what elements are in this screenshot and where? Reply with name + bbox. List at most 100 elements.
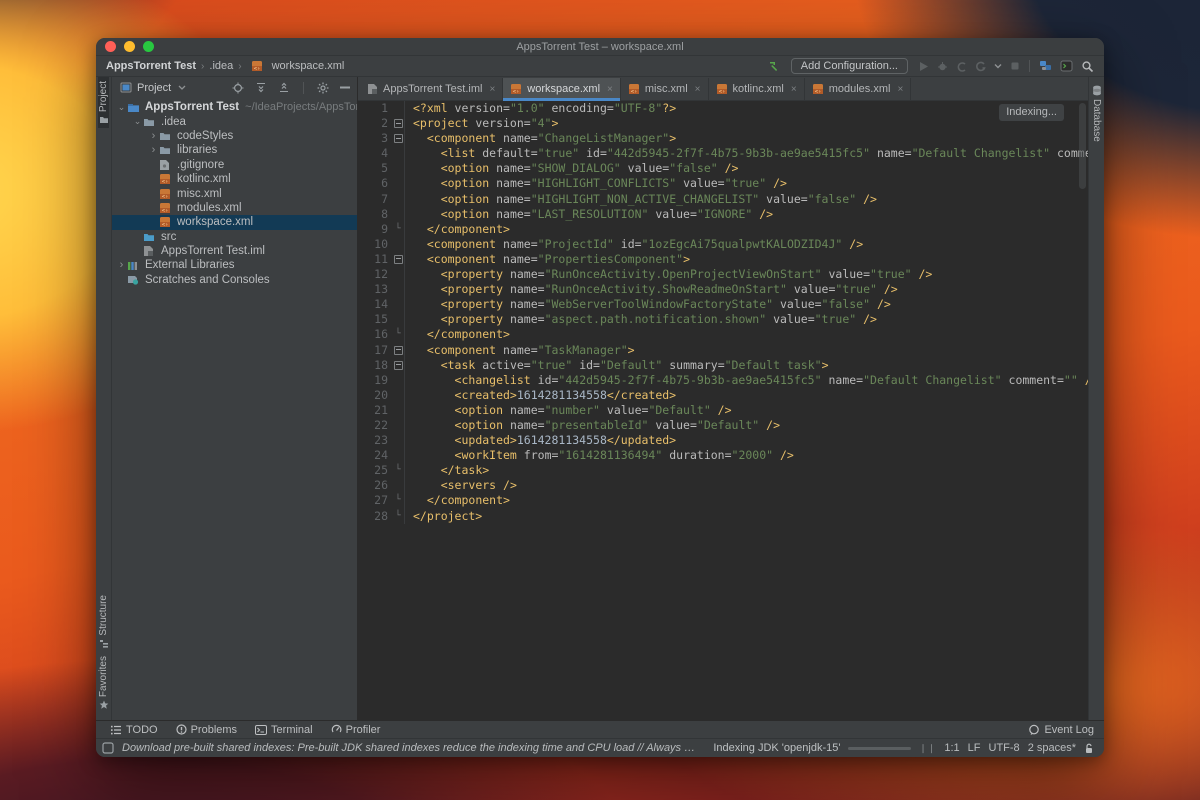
- code-line-8[interactable]: 8 <option name="LAST_RESOLUTION" value="…: [358, 207, 1088, 222]
- tree-item--idea[interactable]: ⌄.idea: [112, 114, 357, 128]
- code-line-6[interactable]: 6 <option name="HIGHLIGHT_CONFLICTS" val…: [358, 176, 1088, 191]
- code-line-9[interactable]: 9└ </component>: [358, 222, 1088, 237]
- close-tab-icon[interactable]: ×: [897, 84, 903, 95]
- code-line-26[interactable]: 26 <servers />: [358, 478, 1088, 493]
- code-line-21[interactable]: 21 <option name="number" value="Default"…: [358, 403, 1088, 418]
- build-hammer-icon[interactable]: [768, 60, 781, 73]
- file-encoding[interactable]: UTF-8: [989, 742, 1020, 754]
- fold-collapse-icon[interactable]: [392, 343, 404, 358]
- code-line-18[interactable]: 18 <task active="true" id="Default" summ…: [358, 358, 1088, 373]
- tool-tab-favorites[interactable]: Favorites: [98, 652, 109, 714]
- locate-file-icon[interactable]: [232, 82, 244, 94]
- tree-item-external-libraries[interactable]: ›External Libraries: [112, 258, 357, 272]
- fold-collapse-icon[interactable]: [392, 131, 404, 146]
- tree-item--gitignore[interactable]: .gitignore: [112, 158, 357, 172]
- code-line-20[interactable]: 20 <created>1614281134558</created>: [358, 388, 1088, 403]
- editor-tab-appstorrent-test-iml[interactable]: AppsTorrent Test.iml×: [360, 78, 503, 100]
- close-tab-icon[interactable]: ×: [607, 84, 613, 95]
- title-bar[interactable]: AppsTorrent Test – workspace.xml: [96, 38, 1104, 56]
- project-structure-icon[interactable]: [1039, 60, 1052, 72]
- line-separator[interactable]: LF: [968, 742, 981, 754]
- tool-window-button-problems[interactable]: Problems: [176, 724, 237, 736]
- tree-item-codestyles[interactable]: ›codeStyles: [112, 129, 357, 143]
- fold-collapse-icon[interactable]: [392, 358, 404, 373]
- code-editor[interactable]: Indexing... 1<?xml version="1.0" encodin…: [358, 101, 1088, 720]
- code-line-3[interactable]: 3 <component name="ChangeListManager">: [358, 131, 1088, 146]
- tree-item-scratches-and-consoles[interactable]: Scratches and Consoles: [112, 273, 357, 287]
- tree-item-appstorrent-test-iml[interactable]: AppsTorrent Test.iml: [112, 244, 357, 258]
- breadcrumb-file[interactable]: workspace.xml: [272, 60, 345, 72]
- code-line-13[interactable]: 13 <property name="RunOnceActivity.ShowR…: [358, 282, 1088, 297]
- editor-tab-workspace-xml[interactable]: <›workspace.xml×: [503, 78, 621, 100]
- tree-item-misc-xml[interactable]: <›misc.xml: [112, 186, 357, 200]
- tree-item-modules-xml[interactable]: <›modules.xml: [112, 201, 357, 215]
- tree-item-kotlinc-xml[interactable]: <›kotlinc.xml: [112, 172, 357, 186]
- code-line-4[interactable]: 4 <list default="true" id="442d5945-2f7f…: [358, 146, 1088, 161]
- expand-all-icon[interactable]: [255, 82, 267, 93]
- chevron-right-icon[interactable]: ›: [148, 144, 159, 156]
- chevron-right-icon[interactable]: ›: [148, 130, 159, 142]
- project-panel-title[interactable]: Project: [137, 82, 171, 94]
- pause-indexing-icon[interactable]: ❘❘: [919, 743, 936, 754]
- close-window-button[interactable]: [105, 41, 116, 52]
- close-tab-icon[interactable]: ×: [489, 84, 495, 95]
- code-line-11[interactable]: 11 <component name="PropertiesComponent"…: [358, 252, 1088, 267]
- code-line-14[interactable]: 14 <property name="WebServerToolWindowFa…: [358, 297, 1088, 312]
- code-line-2[interactable]: 2<project version="4">: [358, 116, 1088, 131]
- code-line-25[interactable]: 25└ </task>: [358, 463, 1088, 478]
- add-configuration-button[interactable]: Add Configuration...: [791, 58, 908, 74]
- tree-item-libraries[interactable]: ›libraries: [112, 143, 357, 157]
- fold-end-icon[interactable]: └: [392, 493, 404, 508]
- tree-item-appstorrent-test[interactable]: ⌄AppsTorrent Test~/IdeaProjects/AppsTorr…: [112, 100, 357, 114]
- indent-style[interactable]: 2 spaces*: [1028, 742, 1076, 754]
- code-line-5[interactable]: 5 <option name="SHOW_DIALOG" value="fals…: [358, 161, 1088, 176]
- chevron-right-icon[interactable]: ›: [116, 259, 127, 271]
- search-everywhere-icon[interactable]: [1081, 60, 1094, 73]
- chevron-down-icon[interactable]: [994, 63, 1002, 69]
- breadcrumb-project[interactable]: AppsTorrent Test: [106, 60, 196, 72]
- code-line-27[interactable]: 27└ </component>: [358, 493, 1088, 508]
- chevron-down-icon[interactable]: [178, 85, 186, 90]
- tool-tab-database[interactable]: Database: [1091, 81, 1102, 146]
- toolwindow-switcher-icon[interactable]: [102, 742, 114, 754]
- code-line-16[interactable]: 16└ </component>: [358, 327, 1088, 342]
- editor-scrollbar[interactable]: [1079, 103, 1086, 189]
- fold-end-icon[interactable]: └: [392, 327, 404, 342]
- code-line-23[interactable]: 23 <updated>1614281134558</updated>: [358, 433, 1088, 448]
- gear-icon[interactable]: [317, 82, 329, 94]
- status-message[interactable]: Download pre-built shared indexes: Pre-b…: [122, 742, 697, 754]
- code-line-22[interactable]: 22 <option name="presentableId" value="D…: [358, 418, 1088, 433]
- tree-item-src[interactable]: src: [112, 230, 357, 244]
- collapse-all-icon[interactable]: [278, 82, 290, 93]
- zoom-window-button[interactable]: [143, 41, 154, 52]
- fold-collapse-icon[interactable]: [392, 252, 404, 267]
- editor-tab-modules-xml[interactable]: <›modules.xml×: [805, 78, 912, 100]
- event-log-button[interactable]: Event Log: [1028, 724, 1094, 736]
- close-tab-icon[interactable]: ×: [695, 84, 701, 95]
- chevron-down-icon[interactable]: ⌄: [132, 116, 143, 127]
- code-line-12[interactable]: 12 <property name="RunOnceActivity.OpenP…: [358, 267, 1088, 282]
- code-line-24[interactable]: 24 <workItem from="1614281136494" durati…: [358, 448, 1088, 463]
- code-line-10[interactable]: 10 <component name="ProjectId" id="1ozEg…: [358, 237, 1088, 252]
- terminal-toolbar-icon[interactable]: [1060, 60, 1073, 72]
- lock-icon[interactable]: [1084, 743, 1094, 754]
- code-line-15[interactable]: 15 <property name="aspect.path.notificat…: [358, 312, 1088, 327]
- tool-window-button-profiler[interactable]: Profiler: [331, 724, 381, 736]
- caret-position[interactable]: 1:1: [944, 742, 959, 754]
- breadcrumb-idea[interactable]: .idea: [209, 60, 233, 72]
- tool-tab-project[interactable]: Project: [98, 77, 109, 128]
- editor-tab-kotlinc-xml[interactable]: <›kotlinc.xml×: [709, 78, 805, 100]
- close-tab-icon[interactable]: ×: [791, 84, 797, 95]
- fold-collapse-icon[interactable]: [392, 116, 404, 131]
- fold-end-icon[interactable]: └: [392, 463, 404, 478]
- tool-window-button-terminal[interactable]: Terminal: [255, 724, 313, 736]
- code-line-7[interactable]: 7 <option name="HIGHLIGHT_NON_ACTIVE_CHA…: [358, 192, 1088, 207]
- editor-tab-misc-xml[interactable]: <›misc.xml×: [621, 78, 709, 100]
- tool-tab-structure[interactable]: Structure: [98, 591, 109, 652]
- code-line-17[interactable]: 17 <component name="TaskManager">: [358, 343, 1088, 358]
- tree-item-workspace-xml[interactable]: <›workspace.xml: [112, 215, 357, 229]
- code-line-19[interactable]: 19 <changelist id="442d5945-2f7f-4b75-9b…: [358, 373, 1088, 388]
- chevron-down-icon[interactable]: ⌄: [116, 102, 127, 113]
- code-line-28[interactable]: 28└</project>: [358, 509, 1088, 524]
- code-line-1[interactable]: 1<?xml version="1.0" encoding="UTF-8"?>: [358, 101, 1088, 116]
